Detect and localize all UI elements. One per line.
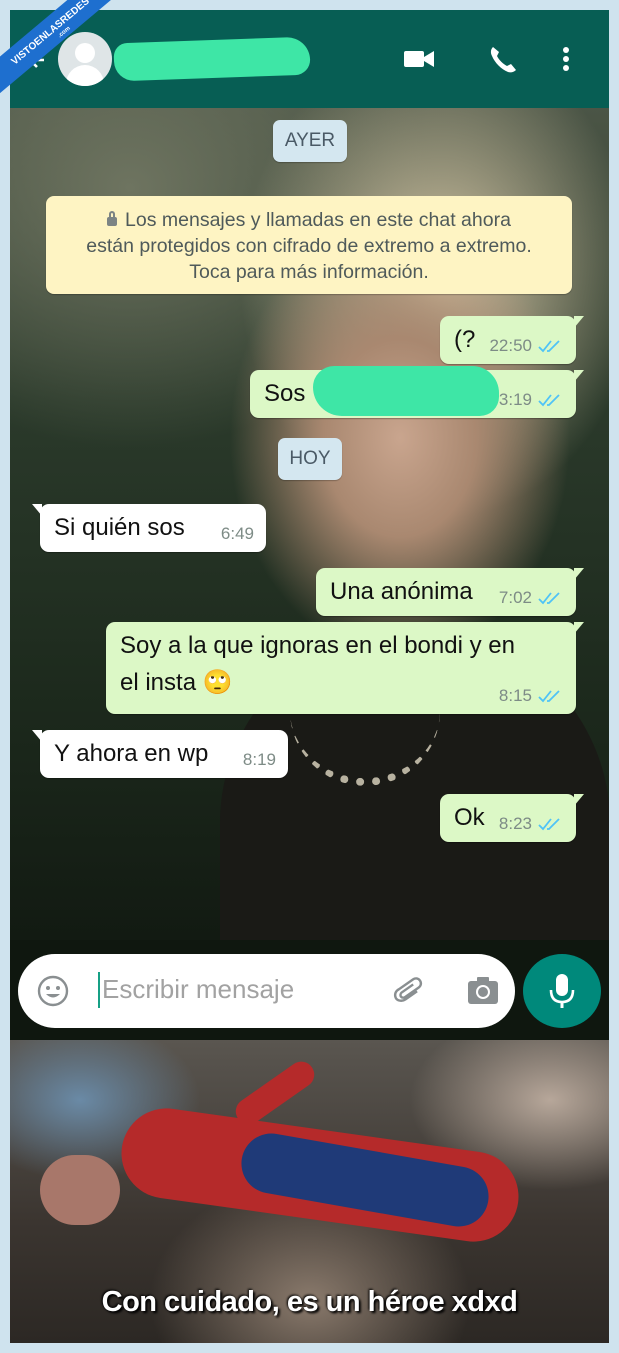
message-time: 22:50 — [489, 336, 532, 355]
notice-line-2: están protegidos con cifrado de extremo … — [86, 235, 532, 257]
message-text: (? — [454, 326, 476, 353]
meme-caption: Con cuidado, es un héroe xdxd — [101, 1286, 518, 1318]
input-placeholder: Escribir mensaje — [102, 974, 295, 1004]
message-meta: 22:50 — [489, 336, 564, 356]
meme-image: Con cuidado, es un héroe xdxd — [10, 1040, 609, 1343]
notice-line-1: Los mensajes y llamadas en este chat aho… — [125, 209, 511, 231]
message-text-line-2: el insta 🙄 — [120, 669, 233, 696]
message-time: 8:15 — [498, 686, 532, 705]
camera-icon[interactable] — [466, 974, 500, 1008]
screenshot-frame: AYER Los mensajes y llamadas en este cha… — [10, 10, 609, 1343]
message-text: Ok — [454, 804, 485, 831]
double-check-read-icon — [538, 592, 560, 605]
date-separator-ayer: AYER — [273, 120, 347, 162]
message-meta: 7:02 — [499, 588, 564, 608]
message-input-bar: Escribir mensaje — [10, 940, 609, 1040]
name-redaction — [313, 366, 499, 416]
lock-icon — [107, 211, 118, 226]
attach-icon[interactable] — [393, 974, 427, 1008]
message-time: 3:19 — [498, 390, 532, 409]
double-check-read-icon — [538, 690, 560, 703]
message-outgoing[interactable]: Soy a la que ignoras en el bondi y en el… — [106, 622, 584, 714]
message-time: 8:23 — [498, 814, 532, 833]
message-meta: 3:19 — [499, 390, 564, 410]
message-input[interactable]: Escribir mensaje — [18, 954, 515, 1028]
double-check-read-icon — [538, 340, 560, 353]
video-call-icon[interactable] — [402, 44, 436, 74]
voice-record-button[interactable] — [523, 954, 601, 1028]
encryption-notice[interactable]: Los mensajes y llamadas en este chat aho… — [46, 196, 572, 294]
message-incoming[interactable]: Y ahora en wp 8:19 — [32, 730, 288, 778]
mic-icon — [549, 974, 575, 1008]
message-incoming[interactable]: Si quién sos 6:49 — [32, 504, 266, 552]
message-time: 6:49 — [220, 524, 254, 543]
message-text: Una anónima — [330, 578, 473, 605]
message-meta: 8:23 — [499, 814, 564, 834]
message-outgoing[interactable]: Una anónima 7:02 — [316, 568, 584, 616]
contact-name-redaction[interactable] — [113, 36, 311, 82]
emoji-icon[interactable] — [36, 974, 70, 1008]
message-text: Si quién sos — [54, 514, 185, 541]
double-check-read-icon — [538, 818, 560, 831]
chat-area[interactable]: AYER Los mensajes y llamadas en este cha… — [10, 108, 609, 940]
text-cursor — [98, 972, 100, 1008]
meme-figure — [40, 1155, 120, 1225]
notice-line-3: Toca para más información. — [189, 261, 429, 283]
message-time: 7:02 — [498, 588, 532, 607]
message-text-line-1: Soy a la que ignoras en el bondi y en — [120, 632, 515, 659]
message-outgoing[interactable]: (? 22:50 — [440, 316, 584, 364]
message-time: 8:19 — [242, 750, 276, 769]
date-separator-hoy: HOY — [278, 438, 342, 480]
message-text: Y ahora en wp — [54, 740, 209, 767]
chat-header — [10, 10, 609, 108]
message-meta: 8:15 — [499, 686, 564, 706]
double-check-read-icon — [538, 394, 560, 407]
phone-icon[interactable] — [486, 44, 520, 74]
message-text: Sos — [264, 380, 306, 407]
more-vert-icon[interactable] — [556, 44, 576, 74]
message-outgoing[interactable]: Ok 8:23 — [440, 794, 584, 842]
